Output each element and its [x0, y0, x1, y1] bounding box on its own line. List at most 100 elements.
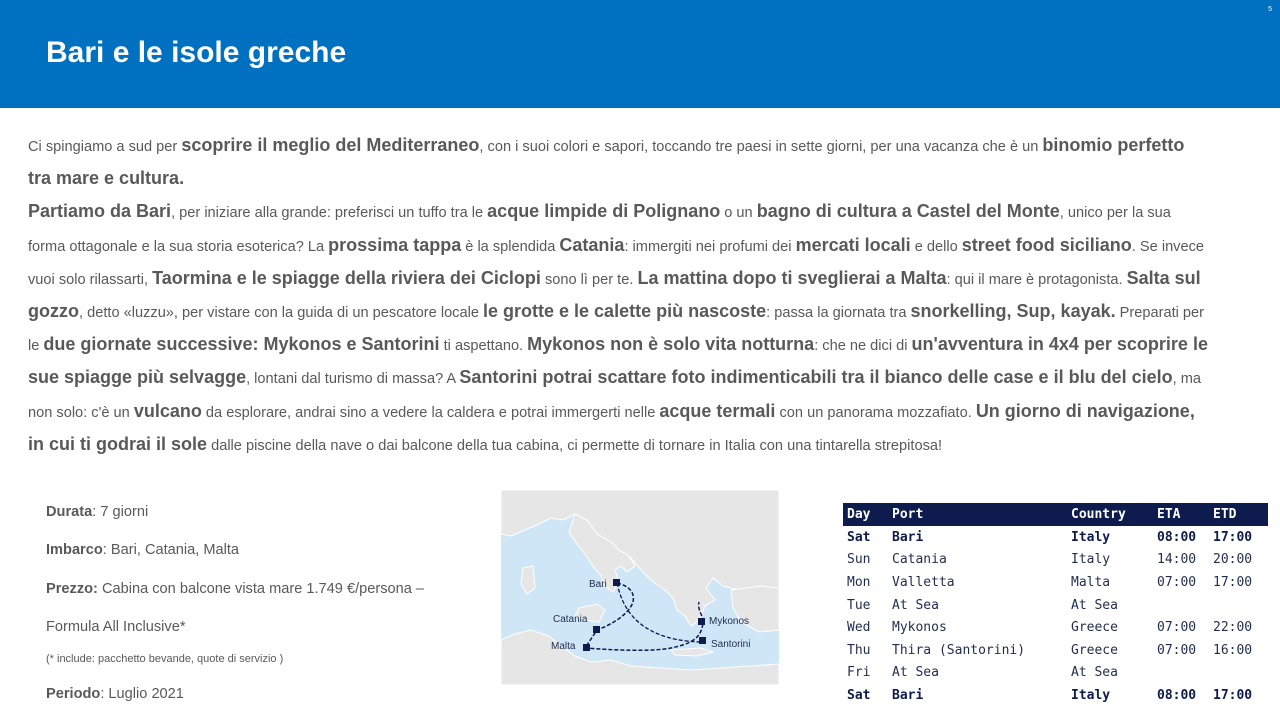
cell-country: Malta	[1071, 574, 1111, 590]
cell-country: Italy	[1071, 529, 1111, 545]
port-marker-malta	[583, 644, 590, 651]
header-bar: Bari e le isole greche 5	[0, 0, 1280, 108]
itinerary-header-row: Day Port Country ETA ETD	[843, 503, 1268, 526]
cell-port: At Sea	[892, 597, 939, 613]
cell-day: Mon	[847, 574, 871, 590]
port-marker-bari	[613, 579, 620, 586]
itinerary-row: Sat Bari Italy 08:00 17:00	[843, 684, 1268, 707]
cell-day: Sat	[847, 687, 871, 703]
itinerary-row: Mon Valletta Malta 07:00 17:00	[843, 571, 1268, 594]
cell-etd	[1209, 662, 1268, 685]
cell-country: At Sea	[1071, 665, 1118, 681]
cell-eta: 07:00	[1157, 642, 1197, 658]
header-etd: ETD	[1209, 503, 1268, 526]
body-text-segment: : immergiti nei profumi dei	[624, 238, 796, 255]
highlight-text: Santorini potrai scattare foto indimenti…	[459, 367, 1173, 388]
cell-port: Valletta	[892, 574, 955, 590]
cell-port: Thira (Santorini)	[892, 642, 1026, 658]
itinerary-row: Wed Mykonos Greece 07:00 22:00	[843, 616, 1268, 639]
info-imbarco: Imbarco: Bari, Catania, Malta	[46, 542, 239, 558]
cell-etd	[1209, 594, 1268, 617]
highlight-text: due giornate successive: Mykonos e Santo…	[43, 334, 440, 355]
prezzo-value: Cabina con balcone vista mare 1.749 €/pe…	[97, 581, 425, 597]
cell-day: Wed	[847, 620, 871, 636]
cell-eta: 08:00	[1157, 687, 1197, 703]
route-map-svg: Bari Catania Malta Mykonos Santorini	[501, 490, 779, 685]
body-text-segment: , per iniziare alla grande: preferisci u…	[171, 205, 488, 222]
map-label-santorini: Santorini	[711, 639, 750, 650]
map-label-malta: Malta	[551, 641, 576, 652]
cell-eta: 07:00	[1157, 620, 1197, 636]
cell-day: Sun	[847, 552, 871, 568]
page-number: 5	[1268, 6, 1272, 13]
highlight-text: La mattina dopo ti sveglierai a Malta	[637, 267, 947, 288]
page-title: Bari e le isole greche	[46, 36, 347, 69]
info-durata: Durata: 7 giorni	[46, 504, 148, 520]
body-text-segment: e dello	[910, 238, 962, 255]
cell-country: Italy	[1071, 687, 1111, 703]
body-text-segment: : che ne dici di	[814, 338, 912, 355]
description-paragraph: Ci spingiamo a sud per scoprire il megli…	[28, 130, 1208, 462]
port-marker-catania	[593, 626, 600, 633]
cell-eta: 07:00	[1157, 574, 1197, 590]
body-text-segment: , detto «luzzu», per vistare con la guid…	[79, 305, 484, 322]
highlight-text: bagno di cultura a Castel del Monte	[756, 201, 1060, 222]
body-text-segment: o un	[720, 205, 757, 222]
highlight-text: vulcano	[133, 400, 202, 421]
durata-label: Durata	[46, 504, 93, 520]
imbarco-value: : Bari, Catania, Malta	[102, 542, 240, 558]
cell-port: At Sea	[892, 665, 939, 681]
body-text-segment: dalle piscine della nave o dai balcone d…	[207, 437, 943, 454]
cell-country: Greece	[1071, 620, 1118, 636]
cell-day: Thu	[847, 642, 871, 658]
durata-value: : 7 giorni	[92, 504, 149, 520]
cell-etd: 17:00	[1213, 687, 1253, 703]
imbarco-label: Imbarco	[46, 542, 103, 558]
body-text-segment: : qui il mare è protagonista.	[946, 271, 1127, 288]
cell-eta	[1153, 662, 1209, 685]
header-port: Port	[888, 503, 1067, 526]
body-text-segment: , con i suoi colori e sapori, toccando t…	[479, 139, 1043, 155]
header-day: Day	[843, 503, 888, 526]
info-note: (* include: pacchetto bevande, quote di …	[46, 653, 284, 665]
itinerary-row: Fri At Sea At Sea	[843, 662, 1268, 685]
highlight-text: acque limpide di Polignano	[487, 201, 721, 222]
map-label-bari: Bari	[589, 579, 607, 590]
info-periodo: Periodo: Luglio 2021	[46, 686, 184, 702]
map-label-mykonos: Mykonos	[709, 616, 749, 627]
cell-day: Sat	[847, 529, 871, 545]
cell-etd: 16:00	[1213, 642, 1253, 658]
highlight-text: snorkelling, Sup, kayak.	[910, 301, 1116, 322]
cell-eta: 08:00	[1157, 529, 1197, 545]
cell-country: Italy	[1071, 552, 1111, 568]
body-text-segment: da esplorare, andrai sino a vedere la ca…	[201, 404, 660, 421]
body-text-segment: : passa la giornata tra	[766, 305, 911, 322]
highlight-text: le grotte e le calette più nascoste	[483, 301, 767, 322]
port-marker-mykonos	[698, 618, 705, 625]
itinerary-row: Thu Thira (Santorini) Greece 07:00 16:00	[843, 639, 1268, 662]
map-label-catania: Catania	[553, 614, 588, 625]
periodo-label: Periodo	[46, 686, 101, 702]
itinerary-row: Sun Catania Italy 14:00 20:00	[843, 549, 1268, 572]
prezzo-label: Prezzo:	[46, 581, 98, 597]
cell-port: Mykonos	[892, 620, 947, 636]
info-formula: Formula All Inclusive*	[46, 619, 186, 635]
cell-day: Tue	[847, 597, 871, 613]
highlight-text: scoprire il meglio del Mediterraneo	[181, 135, 480, 155]
highlight-text: Mykonos non è solo vita notturna	[527, 334, 815, 355]
cell-day: Fri	[847, 665, 871, 681]
cell-etd: 17:00	[1213, 574, 1253, 590]
route-map: Bari Catania Malta Mykonos Santorini	[501, 490, 779, 685]
port-marker-santorini	[699, 637, 706, 644]
cell-country: Greece	[1071, 642, 1118, 658]
cell-country: At Sea	[1071, 597, 1118, 613]
body-text-segment: ti aspettano.	[439, 338, 528, 355]
cell-port: Catania	[892, 552, 947, 568]
cell-port: Bari	[892, 529, 924, 545]
highlight-text: prossima tappa	[328, 234, 462, 255]
body-text-segment: Ci spingiamo a sud per	[28, 139, 182, 155]
body-text-segment: , lontani dal turismo di massa? A	[246, 371, 460, 388]
highlight-text: Taormina e le spiagge della riviera dei …	[152, 267, 541, 288]
info-prezzo: Prezzo: Cabina con balcone vista mare 1.…	[46, 581, 424, 597]
periodo-value: : Luglio 2021	[100, 686, 184, 702]
